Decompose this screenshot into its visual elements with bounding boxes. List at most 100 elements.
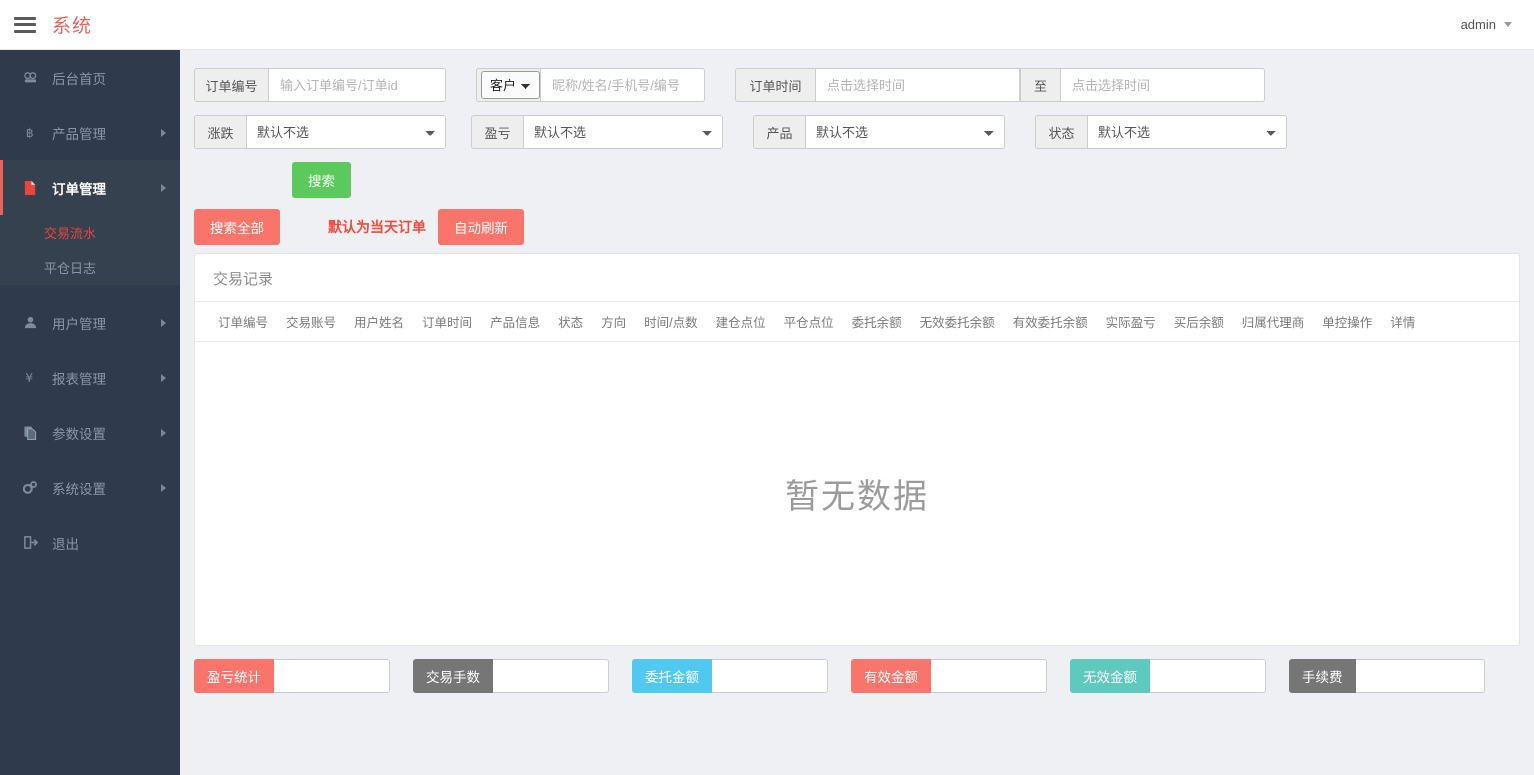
stat-value-input[interactable] <box>274 659 390 693</box>
copy-icon <box>20 425 40 441</box>
column-header[interactable]: 产品信息 <box>481 302 549 341</box>
stat-value-input[interactable] <box>1356 659 1486 693</box>
page-title: 系统 <box>52 11 92 38</box>
sidebar-item-order[interactable]: 订单管理 <box>0 160 180 215</box>
search-all-button[interactable]: 搜索全部 <box>194 209 280 245</box>
column-header[interactable]: 时间/点数 <box>635 302 706 341</box>
sidebar-subitem-closelog[interactable]: 平仓日志 <box>0 250 180 285</box>
admin-menu[interactable]: admin <box>1455 13 1518 36</box>
summary-bar: 盈亏统计 交易手数 委托金额 有效金额 无效金额 手续费 <box>180 646 1534 693</box>
column-header[interactable]: 实际盈亏 <box>1097 302 1165 341</box>
stat-label: 手续费 <box>1289 659 1356 693</box>
column-header[interactable]: 订单时间 <box>413 302 481 341</box>
order-no-label: 订单编号 <box>194 68 268 102</box>
column-header[interactable]: 单控操作 <box>1313 302 1381 341</box>
secondary-button-row: 搜索全部 默认为当天订单 自动刷新 <box>194 209 1520 245</box>
product-select[interactable]: 默认不选 <box>805 115 1005 149</box>
column-header[interactable]: 平仓点位 <box>775 302 843 341</box>
auto-refresh-button[interactable]: 自动刷新 <box>438 209 524 245</box>
sidebar-subitem-transactions[interactable]: 交易流水 <box>0 215 180 250</box>
sidebar-item-system[interactable]: 系统设置 <box>0 460 180 515</box>
profit-select[interactable]: 默认不选 <box>523 115 723 149</box>
chevron-right-icon <box>161 374 166 382</box>
stat-value-input[interactable] <box>493 659 609 693</box>
top-header: 系统 admin <box>0 0 1534 50</box>
customer-type-shell: 客户 <box>476 68 540 102</box>
updown-select[interactable]: 默认不选 <box>246 115 446 149</box>
customer-type-select[interactable]: 客户 <box>481 71 540 99</box>
status-label: 状态 <box>1035 115 1087 149</box>
chevron-right-icon <box>161 319 166 327</box>
stat-value-input[interactable] <box>1150 659 1266 693</box>
stat-valid-amount: 有效金额 <box>851 659 1047 693</box>
main-content: 订单编号 客户 订单时间 至 <box>180 50 1534 775</box>
stat-value-input[interactable] <box>931 659 1047 693</box>
empty-state-text: 暂无数据 <box>785 469 929 518</box>
sidebar-item-label: 用户管理 <box>52 313 161 333</box>
column-header[interactable]: 委托余额 <box>843 302 911 341</box>
search-button-row: 搜索 <box>194 162 1520 198</box>
search-button[interactable]: 搜索 <box>292 162 351 198</box>
sidebar-group-order: 订单管理 交易流水 平仓日志 <box>0 160 180 285</box>
stat-value-input[interactable] <box>712 659 828 693</box>
column-header[interactable]: 订单编号 <box>209 302 277 341</box>
updown-label: 涨跌 <box>194 115 246 149</box>
sidebar-item-label: 订单管理 <box>52 178 161 198</box>
column-header[interactable]: 状态 <box>549 302 592 341</box>
order-time-label: 订单时间 <box>735 68 815 102</box>
product-label: 产品 <box>753 115 805 149</box>
table-title: 交易记录 <box>195 254 1519 301</box>
updown-group: 涨跌 默认不选 <box>194 115 446 149</box>
stat-fee: 手续费 <box>1289 659 1485 693</box>
hamburger-icon[interactable] <box>14 17 36 33</box>
order-time-end-input[interactable] <box>1060 68 1265 102</box>
sidebar-item-logout[interactable]: 退出 <box>0 515 180 570</box>
chevron-right-icon <box>161 184 166 192</box>
stat-lots: 交易手数 <box>413 659 609 693</box>
order-time-group: 订单时间 至 <box>735 68 1265 102</box>
filter-row-2: 涨跌 默认不选 盈亏 默认不选 产品 默认不选 <box>194 115 1520 149</box>
sidebar-item-label: 后台首页 <box>52 68 166 88</box>
app-root: 系统 admin 后台首页 ฿ <box>0 0 1534 775</box>
column-header[interactable]: 无效委托余额 <box>911 302 1004 341</box>
column-header[interactable]: 建仓点位 <box>707 302 775 341</box>
sidebar-subitem-label: 交易流水 <box>44 223 96 242</box>
column-header[interactable]: 方向 <box>592 302 635 341</box>
sidebar-item-product[interactable]: ฿ 产品管理 <box>0 105 180 160</box>
sidebar-item-report[interactable]: ¥ 报表管理 <box>0 350 180 405</box>
order-time-start-input[interactable] <box>815 68 1020 102</box>
column-header[interactable]: 归属代理商 <box>1233 302 1314 341</box>
status-select[interactable]: 默认不选 <box>1087 115 1287 149</box>
column-header[interactable]: 有效委托余额 <box>1004 302 1097 341</box>
profit-group: 盈亏 默认不选 <box>471 115 723 149</box>
transaction-table-card: 交易记录 订单编号 交易账号 用户姓名 订单时间 产品信息 状态 方向 时间/点… <box>194 253 1520 646</box>
svg-text:¥: ¥ <box>25 371 33 385</box>
stat-profit-total: 盈亏统计 <box>194 659 390 693</box>
chevron-right-icon <box>161 429 166 437</box>
sidebar: 后台首页 ฿ 产品管理 订单管理 <box>0 50 180 775</box>
filter-row-1: 订单编号 客户 订单时间 至 <box>194 68 1520 102</box>
chevron-right-icon <box>161 129 166 137</box>
column-header[interactable]: 详情 <box>1381 302 1424 341</box>
svg-text:฿: ฿ <box>25 126 33 140</box>
sidebar-item-params[interactable]: 参数设置 <box>0 405 180 460</box>
stat-entrust-amount: 委托金额 <box>632 659 828 693</box>
chevron-right-icon <box>161 484 166 492</box>
sidebar-item-label: 退出 <box>52 533 166 553</box>
admin-label: admin <box>1461 17 1496 32</box>
sidebar-item-user[interactable]: 用户管理 <box>0 295 180 350</box>
sidebar-item-dashboard[interactable]: 后台首页 <box>0 50 180 105</box>
stat-label: 委托金额 <box>632 659 712 693</box>
order-time-separator: 至 <box>1020 68 1060 102</box>
column-header[interactable]: 用户姓名 <box>345 302 413 341</box>
logout-icon <box>20 535 40 550</box>
customer-keyword-input[interactable] <box>540 68 705 102</box>
column-header[interactable]: 交易账号 <box>277 302 345 341</box>
yen-icon: ¥ <box>20 370 40 385</box>
order-no-input[interactable] <box>268 68 446 102</box>
column-header[interactable]: 买后余额 <box>1165 302 1233 341</box>
customer-group: 客户 <box>476 68 705 102</box>
file-red-icon <box>20 180 40 196</box>
sidebar-item-label: 参数设置 <box>52 423 161 443</box>
stat-label: 无效金额 <box>1070 659 1150 693</box>
